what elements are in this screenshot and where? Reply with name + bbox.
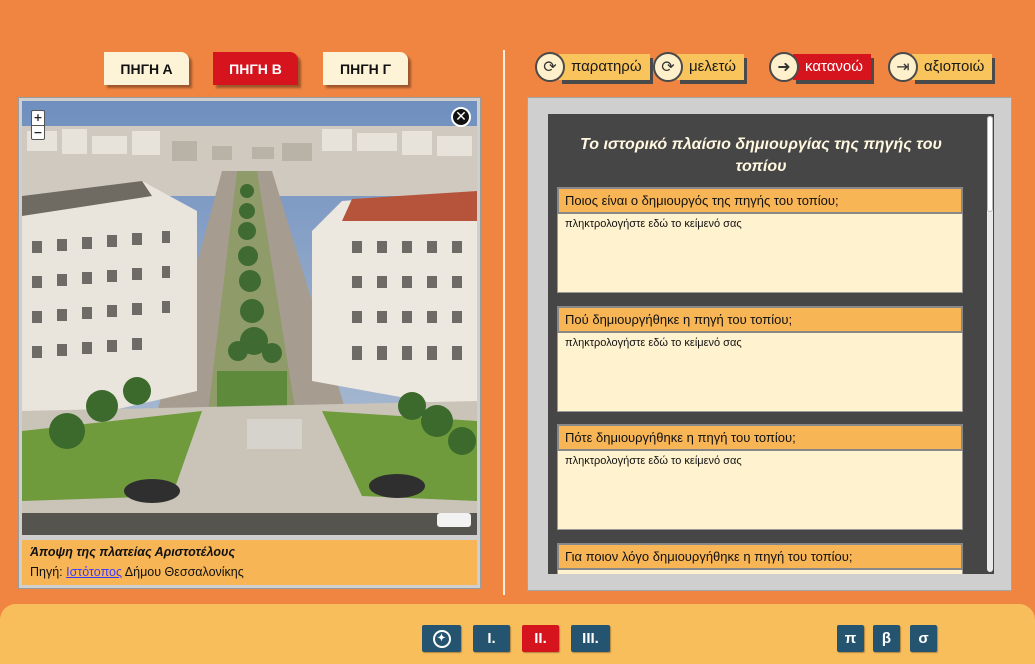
aristotelous-square-photo[interactable]: + − ✕ — [22, 101, 477, 535]
answer-field[interactable]: πληκτρολογήστε εδώ το κείμενό σας — [557, 214, 963, 293]
answer-field[interactable] — [557, 570, 963, 574]
caption-source: Πηγή: Ιστότοπος Δήμου Θεσσαλονίκης — [30, 565, 469, 579]
tool-pi-button[interactable]: π — [837, 625, 864, 652]
step-understand-label: κατανοώ — [793, 53, 871, 80]
step-observe[interactable]: ⟳ παρατηρώ — [535, 51, 650, 82]
section-3-button[interactable]: III. — [571, 625, 610, 652]
caption-title: Άποψη της πλατείας Αριστοτέλους — [30, 545, 236, 559]
zoom-out-button[interactable]: − — [32, 124, 44, 140]
question-block: Πού δημιουργήθηκε η πηγή του τοπίου; πλη… — [557, 306, 963, 412]
refresh-icon: ⟳ — [653, 51, 683, 82]
step-utilize-label: αξιοποιώ — [912, 53, 993, 80]
close-icon[interactable]: ✕ — [451, 107, 471, 127]
zoom-control: + − — [31, 110, 45, 140]
step-utilize[interactable]: ⇥ αξιοποιώ — [888, 51, 993, 82]
compass-button[interactable]: ✦ — [422, 625, 461, 652]
question-label: Πότε δημιουργήθηκε η πηγή του τοπίου; — [557, 424, 963, 451]
tab-source-c[interactable]: ΠΗΓΗ Γ — [323, 52, 408, 85]
step-study[interactable]: ⟳ μελετώ — [653, 51, 744, 82]
scrollbar-thumb[interactable] — [987, 116, 993, 212]
sign-out-icon: ⇥ — [888, 51, 918, 82]
question-block: Ποιος είναι ο δημιουργός της πηγής του τ… — [557, 187, 963, 293]
refresh-icon: ⟳ — [535, 51, 565, 82]
section-2-button[interactable]: II. — [522, 625, 559, 652]
step-understand[interactable]: ➜ κατανοώ — [769, 51, 871, 82]
question-label: Για ποιον λόγο δημιουργήθηκε η πηγή του … — [557, 543, 963, 570]
question-label: Πού δημιουργήθηκε η πηγή του τοπίου; — [557, 306, 963, 333]
tool-sigma-button[interactable]: σ — [910, 625, 937, 652]
section-1-button[interactable]: I. — [473, 625, 510, 652]
tab-source-b[interactable]: ΠΗΓΗ Β — [213, 52, 298, 85]
image-caption: Άποψη της πλατείας Αριστοτέλους Πηγή: Ισ… — [22, 540, 477, 585]
question-form: Το ιστορικό πλαίσιο δημιουργίας της πηγή… — [548, 114, 994, 574]
question-label: Ποιος είναι ο δημιουργός της πηγής του τ… — [557, 187, 963, 214]
caption-source-prefix: Πηγή: — [30, 565, 63, 579]
tool-beta-button[interactable]: β — [873, 625, 900, 652]
answer-field[interactable]: πληκτρολογήστε εδώ το κείμενό σας — [557, 451, 963, 530]
image-viewer: + − ✕ Άποψη της πλατείας Αριστοτέλους Πη… — [18, 97, 481, 589]
form-title: Το ιστορικό πλαίσιο δημιουργίας της πηγή… — [580, 136, 942, 175]
bottom-bar: ✦ I. II. III. π β σ — [0, 604, 1035, 664]
question-block: Πότε δημιουργήθηκε η πηγή του τοπίου; πλ… — [557, 424, 963, 530]
tab-source-a[interactable]: ΠΗΓΗ Α — [104, 52, 189, 85]
question-block: Για ποιον λόγο δημιουργήθηκε η πηγή του … — [557, 543, 963, 574]
sign-in-icon: ➜ — [769, 51, 799, 82]
step-study-label: μελετώ — [677, 53, 744, 80]
worksheet-panel: Το ιστορικό πλαίσιο δημιουργίας της πηγή… — [527, 97, 1012, 591]
zoom-in-button[interactable]: + — [32, 111, 44, 125]
scrollbar[interactable] — [987, 116, 993, 572]
caption-source-suffix: Δήμου Θεσσαλονίκης — [124, 565, 244, 579]
caption-source-link[interactable]: Ιστότοπος — [66, 565, 122, 579]
answer-field[interactable]: πληκτρολογήστε εδώ το κείμενό σας — [557, 333, 963, 412]
compass-icon: ✦ — [432, 629, 451, 648]
step-observe-label: παρατηρώ — [559, 53, 650, 80]
vertical-divider — [503, 50, 505, 595]
